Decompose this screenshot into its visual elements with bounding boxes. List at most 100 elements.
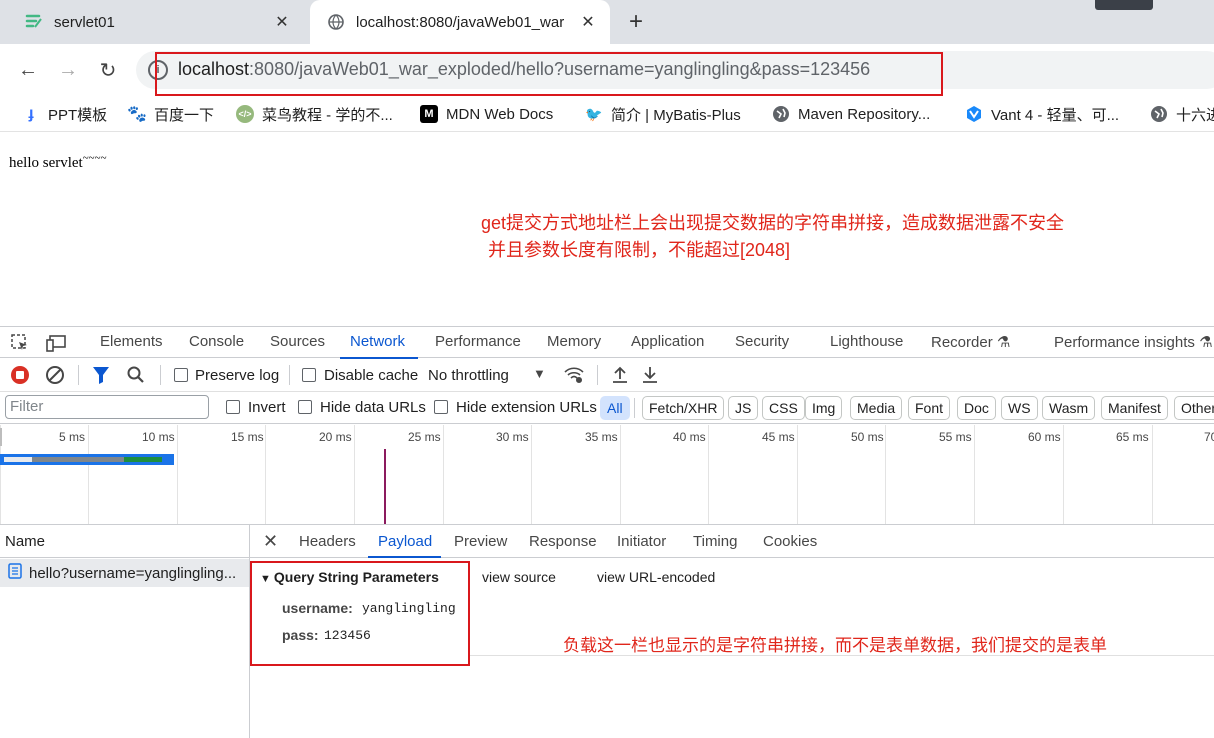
reload-icon[interactable]: ↻ (92, 54, 124, 86)
devtools-tab-elements[interactable]: Elements (100, 333, 163, 350)
browser-tab-servlet01[interactable]: servlet01 ✕ (8, 0, 304, 44)
timeline-tick: 5 ms (59, 430, 86, 444)
timeline-tick: 25 ms (408, 430, 441, 444)
annotation-payload: 负载这一栏也显示的是字符串拼接，而不是表单数据，我们提交的是表单 (563, 636, 1107, 655)
forward-arrow-icon[interactable]: → (52, 54, 84, 86)
new-tab-button[interactable]: + (622, 8, 650, 36)
disable-cache-label: Disable cache (324, 367, 419, 384)
detail-tab-timing[interactable]: Timing (693, 533, 737, 550)
devtools-tab-sources[interactable]: Sources (270, 333, 325, 350)
filter-input[interactable]: Filter (5, 395, 209, 419)
filter-type-js[interactable]: JS (728, 396, 759, 420)
timeline-tick: 10 ms (142, 430, 175, 444)
clear-icon[interactable] (45, 365, 65, 388)
network-toolbar: Preserve log Disable cache No throttling… (0, 359, 1214, 392)
hello-suffix: ~~~~ (82, 152, 107, 164)
filter-type-all[interactable]: All (600, 396, 630, 420)
timeline-gridline (708, 425, 709, 524)
detail-tab-cookies[interactable]: Cookies (763, 533, 817, 550)
globe-icon (772, 105, 790, 123)
network-conditions-icon[interactable] (563, 365, 585, 388)
timeline-gridline (177, 425, 178, 524)
devtools-tab-console[interactable]: Console (189, 333, 244, 350)
network-filter-bar: Filter Invert Hide data URLs Hide extens… (0, 392, 1214, 424)
filter-type-other[interactable]: Other (1174, 396, 1214, 420)
document-icon (8, 563, 22, 583)
hello-text: hello servlet (9, 155, 83, 171)
page-hello-text: hello servlet~~~~ (9, 152, 107, 172)
devtools-tab-performance-insights[interactable]: Performance insights ⚗ (1054, 333, 1213, 351)
devtools-tab-recorder[interactable]: Recorder ⚗ (931, 333, 1010, 351)
bookmark-mdn[interactable]: M MDN Web Docs (420, 102, 553, 126)
waterfall-waiting (32, 457, 124, 462)
devtools-tab-memory[interactable]: Memory (547, 333, 601, 350)
network-overview-timeline[interactable]: 5 ms 10 ms 15 ms 20 ms 25 ms 30 ms 35 ms… (0, 425, 1214, 525)
timeline-tick: 30 ms (496, 430, 529, 444)
devtools-tab-performance[interactable]: Performance (435, 333, 521, 350)
bookmark-hex[interactable]: 十六进 (1150, 102, 1214, 126)
preserve-log-checkbox[interactable] (174, 368, 188, 382)
tab-label: Performance insights (1054, 334, 1195, 351)
bookmark-vant[interactable]: Vant 4 - 轻量、可... (965, 102, 1119, 126)
waterfall-download (124, 457, 162, 462)
annotation-get-insecure: get提交方式地址栏上会出现提交数据的字符串拼接，造成数据泄露不安全 (481, 213, 1065, 233)
devtools-tab-network[interactable]: Network (350, 333, 405, 350)
globe-icon (1150, 105, 1168, 123)
filter-type-media[interactable]: Media (850, 396, 903, 420)
devtools-tab-lighthouse[interactable]: Lighthouse (830, 333, 903, 350)
browser-tab-localhost[interactable]: localhost:8080/javaWeb01_war ✕ (310, 0, 610, 44)
view-source-link[interactable]: view source (482, 569, 556, 585)
back-arrow-icon[interactable]: ← (12, 54, 44, 86)
inspect-element-icon[interactable] (10, 333, 30, 356)
devtools-tab-security[interactable]: Security (735, 333, 789, 350)
close-icon[interactable]: ✕ (263, 531, 278, 552)
bookmark-label: 简介 | MyBatis-Plus (611, 106, 741, 124)
filter-type-css[interactable]: CSS (762, 396, 805, 420)
filter-type-img[interactable]: Img (805, 396, 843, 420)
devtools-tab-application[interactable]: Application (631, 333, 704, 350)
divider (160, 365, 161, 385)
timeline-gridline (885, 425, 886, 524)
invert-label: Invert (248, 399, 286, 416)
browser-tab-strip: servlet01 ✕ localhost:8080/javaWeb01_war… (0, 0, 1214, 44)
invert-checkbox[interactable] (226, 400, 240, 414)
filter-type-ws[interactable]: WS (1001, 396, 1038, 420)
filter-funnel-icon[interactable] (92, 365, 110, 388)
timeline-tick: 20 ms (319, 430, 352, 444)
chevron-down-icon[interactable]: ▼ (533, 366, 546, 381)
request-row[interactable]: hello?username=yanglingling... (0, 559, 249, 587)
bookmark-mybatis[interactable]: 🐦 简介 | MyBatis-Plus (585, 102, 741, 126)
view-url-encoded-link[interactable]: view URL-encoded (597, 569, 715, 585)
hide-extension-urls-checkbox[interactable] (434, 400, 448, 414)
detail-tab-headers[interactable]: Headers (299, 533, 356, 550)
detail-tab-response[interactable]: Response (529, 533, 597, 550)
disable-cache-checkbox[interactable] (302, 368, 316, 382)
close-icon[interactable]: ✕ (576, 10, 600, 34)
search-icon[interactable] (126, 365, 146, 388)
filter-type-doc[interactable]: Doc (957, 396, 996, 420)
filter-type-font[interactable]: Font (908, 396, 951, 420)
device-toolbar-icon[interactable] (45, 333, 67, 356)
detail-tab-initiator[interactable]: Initiator (617, 533, 666, 550)
name-column-header[interactable]: Name (0, 525, 249, 558)
bookmark-baidu[interactable]: 🐾 百度一下 (127, 102, 215, 126)
filter-type-wasm[interactable]: Wasm (1042, 396, 1096, 420)
bookmark-label: 百度一下 (154, 106, 215, 124)
bookmark-runoob[interactable]: </> 菜鸟教程 - 学的不... (236, 102, 393, 126)
filter-type-manifest[interactable]: Manifest (1101, 396, 1168, 420)
detail-tab-preview[interactable]: Preview (454, 533, 507, 550)
hide-data-urls-checkbox[interactable] (298, 400, 312, 414)
devtools-tab-bar: Elements Console Sources Network Perform… (0, 326, 1214, 359)
active-detail-tab-indicator (368, 556, 441, 558)
bookmark-ppt[interactable]: ɟ PPT模板 (22, 102, 107, 126)
import-har-icon[interactable] (611, 365, 629, 388)
detail-tab-payload[interactable]: Payload (378, 533, 432, 550)
timeline-tick: 60 ms (1028, 430, 1061, 444)
timeline-tick: 45 ms (762, 430, 795, 444)
filter-type-fetch-xhr[interactable]: Fetch/XHR (642, 396, 725, 420)
export-har-icon[interactable] (641, 365, 659, 388)
close-icon[interactable]: ✕ (270, 10, 294, 34)
throttling-select[interactable]: No throttling (428, 367, 509, 384)
bookmark-maven[interactable]: Maven Repository... (772, 102, 930, 126)
record-stop-icon[interactable] (10, 365, 30, 388)
